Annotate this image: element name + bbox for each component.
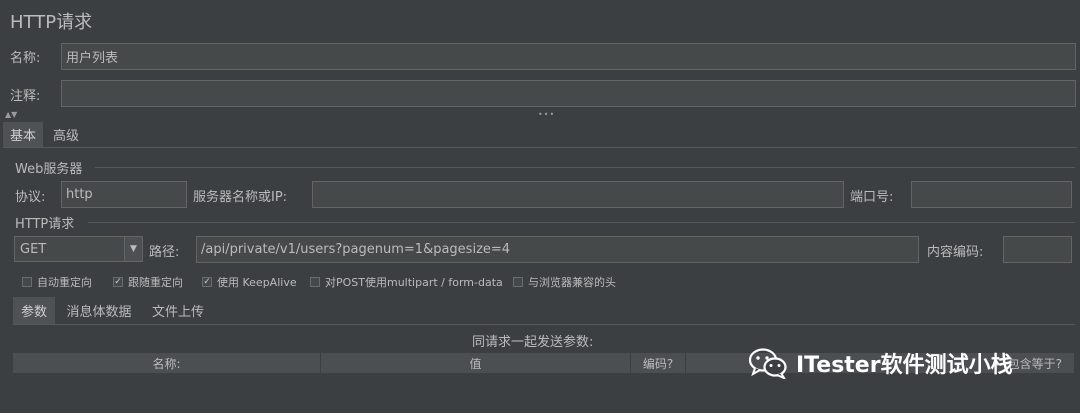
option-follow-redirect[interactable]: ✓ 跟随重定向 xyxy=(113,274,183,290)
option-label: 与浏览器兼容的头 xyxy=(528,276,616,289)
encoding-input[interactable] xyxy=(1003,236,1072,263)
column-header-name[interactable]: 名称: xyxy=(13,353,321,373)
panel-splitter[interactable]: ▲▼ ••• xyxy=(0,111,1080,119)
server-input[interactable] xyxy=(312,181,844,208)
http-request-section-title: HTTP请求 xyxy=(15,217,75,232)
name-input[interactable]: 用户列表 xyxy=(61,43,1076,70)
checkbox[interactable]: ✓ xyxy=(202,277,212,287)
method-select[interactable]: GET ▼ xyxy=(14,236,143,262)
column-header-encode[interactable]: 编码? xyxy=(631,353,686,373)
tab-parameters[interactable]: 参数 xyxy=(13,297,55,324)
watermark-text: ITester软件测试小栈 xyxy=(796,353,1013,378)
section-divider xyxy=(95,167,1075,168)
option-keepalive[interactable]: ✓ 使用 KeepAlive xyxy=(202,274,297,290)
option-multipart[interactable]: 对POST使用multipart / form-data xyxy=(310,274,503,290)
method-value: GET xyxy=(20,241,47,257)
port-label: 端口号: xyxy=(850,190,894,205)
tab-basic[interactable]: 基本 xyxy=(3,122,43,147)
checkbox[interactable] xyxy=(310,277,320,287)
protocol-label: 协议: xyxy=(15,190,46,205)
path-input[interactable]: /api/private/v1/users?pagenum=1&pagesize… xyxy=(196,236,919,263)
protocol-input[interactable]: http xyxy=(61,181,187,208)
page-title: HTTP请求 xyxy=(10,12,93,33)
tab-advanced[interactable]: 高级 xyxy=(46,122,86,147)
collapse-arrows-icon[interactable]: ▲▼ xyxy=(5,111,17,119)
column-header-value[interactable]: 值 xyxy=(321,353,631,373)
option-label: 跟随重定向 xyxy=(128,276,183,289)
encoding-label: 内容编码: xyxy=(927,245,984,260)
checkbox[interactable] xyxy=(22,277,32,287)
server-label: 服务器名称或IP: xyxy=(193,190,288,205)
checkbox[interactable] xyxy=(513,277,523,287)
drag-handle-icon[interactable]: ••• xyxy=(538,111,555,119)
wechat-icon xyxy=(748,348,787,379)
web-server-section-title: Web服务器 xyxy=(15,162,83,177)
tab-divider xyxy=(3,147,1077,148)
port-input[interactable] xyxy=(911,181,1072,208)
tab-divider xyxy=(13,324,1075,325)
option-auto-redirect[interactable]: 自动重定向 xyxy=(22,274,92,290)
tab-body-data[interactable]: 消息体数据 xyxy=(58,297,140,324)
option-label: 使用 KeepAlive xyxy=(217,276,297,289)
option-label: 对POST使用multipart / form-data xyxy=(325,276,503,289)
checkbox[interactable]: ✓ xyxy=(113,277,123,287)
option-browser-compatible-headers[interactable]: 与浏览器兼容的头 xyxy=(513,274,616,290)
tab-file-upload[interactable]: 文件上传 xyxy=(143,297,213,324)
params-caption: 同请求一起发送参数: xyxy=(472,335,594,350)
section-divider xyxy=(88,222,1075,223)
comment-label: 注释: xyxy=(10,89,41,104)
comment-input[interactable] xyxy=(61,80,1076,107)
chevron-down-icon[interactable]: ▼ xyxy=(124,237,142,261)
path-label: 路径: xyxy=(149,245,180,260)
watermark: ITester软件测试小栈 xyxy=(748,347,1013,379)
option-label: 自动重定向 xyxy=(37,276,92,289)
name-label: 名称: xyxy=(10,51,41,66)
